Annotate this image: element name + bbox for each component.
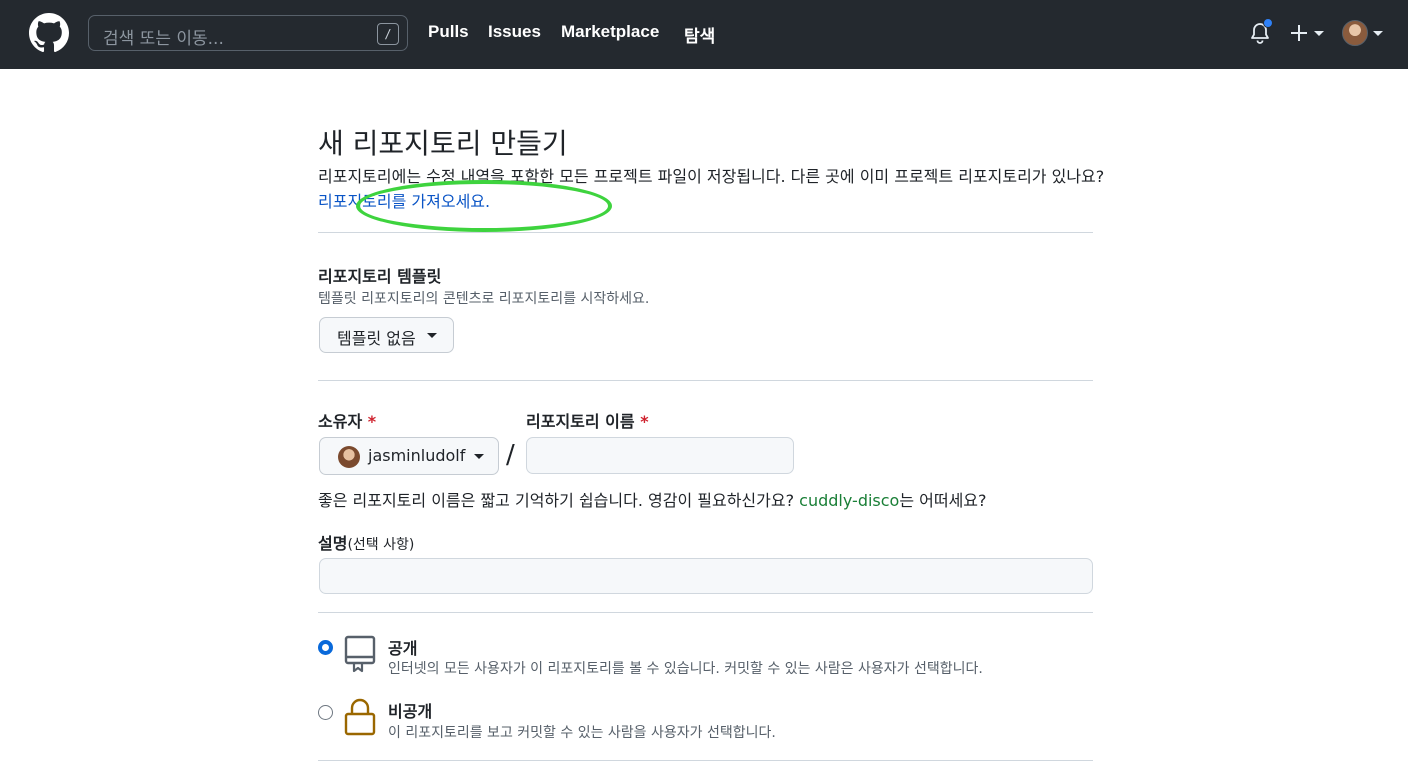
search-input[interactable]: 검색 또는 이동... /: [88, 15, 408, 51]
hint-text-after: 는 어떠세요?: [899, 491, 987, 510]
page-title: 새 리포지토리 만들기: [318, 127, 568, 160]
public-radio[interactable]: [318, 640, 333, 655]
nav-explore[interactable]: 탐색: [684, 22, 715, 47]
divider: [318, 232, 1093, 233]
suggested-name[interactable]: cuddly-disco: [799, 491, 899, 510]
search-shortcut-key: /: [377, 23, 399, 45]
github-logo-icon[interactable]: [29, 13, 69, 53]
required-mark: *: [640, 412, 649, 431]
nav-marketplace[interactable]: Marketplace: [561, 22, 659, 42]
repo-name-hint: 좋은 리포지토리 이름은 짧고 기억하기 쉽습니다. 영감이 필요하신가요? c…: [318, 487, 987, 511]
owner-label: 소유자 *: [318, 408, 376, 432]
create-new-plus-icon[interactable]: [1290, 21, 1326, 45]
template-select-button[interactable]: 템플릿 없음: [319, 317, 454, 353]
template-button-label: 템플릿 없음: [337, 329, 416, 348]
description-optional: (선택 사항): [347, 537, 415, 553]
hint-text: 좋은 리포지토리 이름은 짧고 기억하기 쉽습니다. 영감이 필요하신가요?: [318, 491, 800, 510]
nav-issues[interactable]: Issues: [488, 22, 541, 42]
description-input[interactable]: [319, 558, 1093, 594]
chevron-down-icon[interactable]: [1373, 31, 1383, 36]
owner-avatar: [338, 446, 360, 468]
private-title: 비공개: [388, 702, 433, 721]
search-placeholder: 검색 또는 이동...: [103, 29, 224, 49]
repo-name-input[interactable]: [526, 437, 794, 474]
nav-pulls[interactable]: Pulls: [428, 22, 469, 42]
notification-dot: [1263, 18, 1273, 28]
repo-book-icon: [344, 635, 376, 673]
lock-icon: [344, 698, 376, 736]
top-header: 검색 또는 이동... / Pulls Issues Marketplace 탐…: [0, 0, 1408, 69]
owner-value: jasminludolf: [368, 446, 466, 465]
required-mark: *: [367, 412, 377, 431]
template-title: 리포지토리 템플릿: [318, 267, 442, 286]
public-subtitle: 인터넷의 모든 사용자가 이 리포지토리를 볼 수 있습니다. 커밋할 수 있는…: [388, 661, 983, 677]
chevron-down-icon: [427, 333, 437, 338]
description-label: 설명(선택 사항): [318, 530, 414, 554]
highlight-ellipse: [356, 180, 612, 232]
template-subtitle: 템플릿 리포지토리의 콘텐츠로 리포지토리를 시작하세요.: [318, 291, 650, 307]
private-radio[interactable]: [318, 705, 333, 720]
chevron-down-icon: [474, 454, 484, 459]
user-avatar[interactable]: [1342, 20, 1368, 46]
private-subtitle: 이 리포지토리를 보고 커밋할 수 있는 사람을 사용자가 선택합니다.: [388, 725, 776, 741]
owner-label-text: 소유자: [318, 412, 363, 431]
description-label-text: 설명: [318, 534, 348, 553]
repo-name-label-text: 리포지토리 이름: [526, 412, 635, 431]
owner-repo-separator: /: [506, 440, 515, 470]
divider: [318, 380, 1093, 381]
divider: [318, 760, 1093, 761]
owner-select-button[interactable]: jasminludolf: [319, 437, 499, 475]
divider: [318, 612, 1093, 613]
repo-name-label: 리포지토리 이름 *: [526, 408, 649, 432]
public-title: 공개: [388, 639, 418, 658]
